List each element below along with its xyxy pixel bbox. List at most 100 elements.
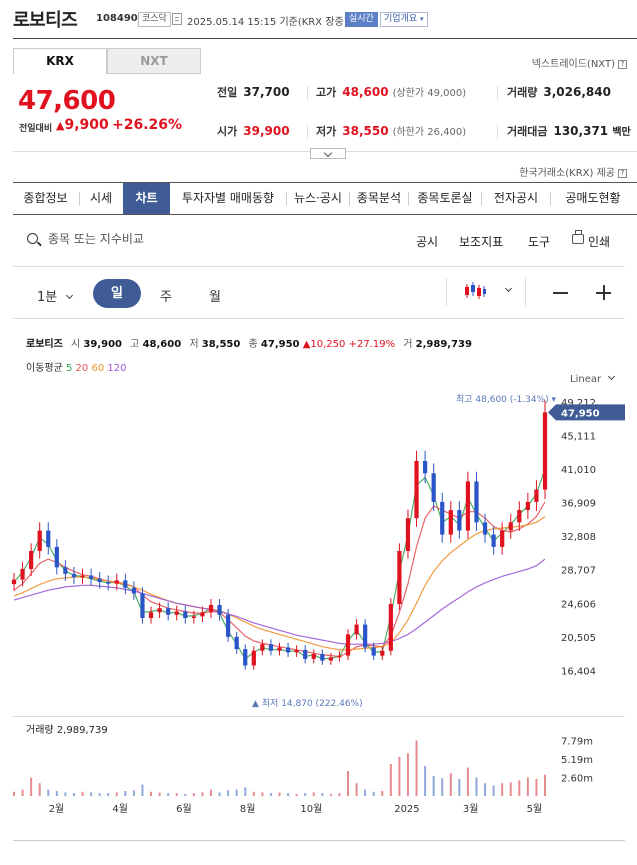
tab-quotes[interactable]: 시세 [80,183,122,214]
high-value: 48,600 [342,85,389,99]
volume-bar [167,793,170,796]
candle-body [166,608,171,615]
tab-analysis[interactable]: 종목분석 [350,183,408,214]
indicator-button[interactable]: 보조지표 [459,233,503,250]
tab-krx[interactable]: KRX [13,48,107,74]
help-icon[interactable]: ? [618,59,627,69]
trade-amount: 거래대금 130,371 백만 [507,123,631,139]
candle-body [285,647,291,653]
stock-header: 로보티즈 108490 코스닥 2025.05.14 15:15 기준(KRX … [0,0,637,38]
high-marker: 최고 48,600 (-1.34%) ▾ [456,394,556,405]
printer-icon[interactable] [572,230,584,244]
volume-bar [278,792,281,796]
ma-label: 이동평균 [26,363,63,374]
tab-discussion[interactable]: 종목토론실 [409,183,481,214]
volume-bar [287,793,290,796]
low-value: 38,550 [342,124,389,138]
volume-bar [321,793,324,796]
prev-close-label: 전일 [217,86,238,99]
candlestick-type-icon[interactable] [464,282,486,300]
tab-overview[interactable]: 종합정보 [13,183,78,214]
tools-button[interactable]: 도구 [528,233,550,250]
volume-bar [475,777,478,796]
tab-investor-trading[interactable]: 투자자별 매매동향 [170,183,286,214]
volume-label: 거래량 [507,86,538,99]
volume-bar [406,753,409,796]
nxt-provider: 넥스트레이드(NXT)? [532,55,627,70]
candle-body [397,550,402,605]
y-tick-label: 20,505 [561,633,596,644]
print-button[interactable]: 인쇄 [588,233,610,250]
candle-body [174,611,179,615]
scale-dropdown[interactable]: Linear [570,372,616,385]
candle-body [431,473,436,502]
chevron-down-icon[interactable] [504,284,513,293]
volume-bar [150,791,153,796]
header-divider [13,38,637,39]
search-icon[interactable] [27,233,38,244]
volume-bar [312,792,315,796]
tab-nxt[interactable]: NXT [107,48,201,74]
period-day-button[interactable]: 일 [93,279,141,308]
volume-bar [372,791,375,796]
volume-bar [389,764,392,796]
candle-body [405,518,411,551]
realtime-button[interactable]: 실시간 [345,12,378,27]
zoom-in-button[interactable] [596,286,611,298]
candle-body [440,501,445,535]
candle-body [268,644,274,651]
prev-close-value: 37,700 [243,85,290,99]
price-chart[interactable]: 49,21245,11141,01036,90932,80828,70724,6… [0,390,637,716]
stock-nav-tabs: 종합정보 시세 차트 투자자별 매매동향 뉴스·공시 종목분석 종목토론실 전자… [13,182,637,215]
scale-label: Linear [570,374,602,385]
candle-body [345,634,351,656]
company-overview-dropdown[interactable]: 기업개요 ▾ [380,12,428,27]
minute-period-dropdown[interactable]: 1분 [37,286,74,305]
change-percent: +26.26% [112,117,183,133]
ohlc-label: 시 [71,339,81,350]
volume-bar [338,793,341,796]
divider [497,86,498,100]
help-icon[interactable]: ? [618,168,627,178]
zoom-out-button[interactable] [553,292,568,294]
current-price: 47,600 [18,86,116,116]
ma-item-20: 20 [72,363,89,374]
ohlc-volume: 2,989,739 [415,339,472,350]
tab-news-disclosure[interactable]: 뉴스·공시 [287,183,349,214]
tab-short-selling[interactable]: 공매도현황 [551,183,635,214]
volume-bar [64,792,67,796]
company-overview-label: 기업개요 [384,14,418,24]
disclosure-button[interactable]: 공시 [416,233,438,250]
amount-value: 130,371 [553,124,609,138]
candle-body [303,649,308,659]
ohlc-label: 저 [189,339,199,350]
ohlc-change-pct: +27.19% [348,339,396,350]
tab-chart[interactable]: 차트 [123,183,170,214]
volume-bar [30,777,33,796]
ohlc-label: 거 [403,339,413,350]
divider [497,125,498,139]
period-month-button[interactable]: 월 [209,286,221,305]
candle-body [277,647,282,651]
candle-body [157,608,162,613]
candle-body [525,501,530,511]
volume-bar [432,776,435,796]
volume-bar [72,793,75,796]
volume-y-tick: 2.60m [561,774,593,785]
candle-body [542,412,548,490]
x-tick-label: 3월 [463,803,479,815]
period-week-button[interactable]: 주 [160,286,172,305]
candle-body [482,522,488,535]
candle-body [97,578,102,583]
volume-bar [13,791,15,796]
amount-label: 거래대금 [507,125,548,138]
stock-name: 로보티즈 [13,10,78,31]
moving-average-legend[interactable]: 이동평균 5 20 60 120 [26,359,126,374]
candle-body [354,624,359,635]
tab-e-disclosure[interactable]: 전자공시 [482,183,550,214]
compare-search-input[interactable] [48,232,348,246]
candle-body [46,530,51,547]
volume-y-tick: 7.79m [561,737,593,748]
expand-toggle-button[interactable] [310,148,346,159]
document-icon [172,13,182,25]
